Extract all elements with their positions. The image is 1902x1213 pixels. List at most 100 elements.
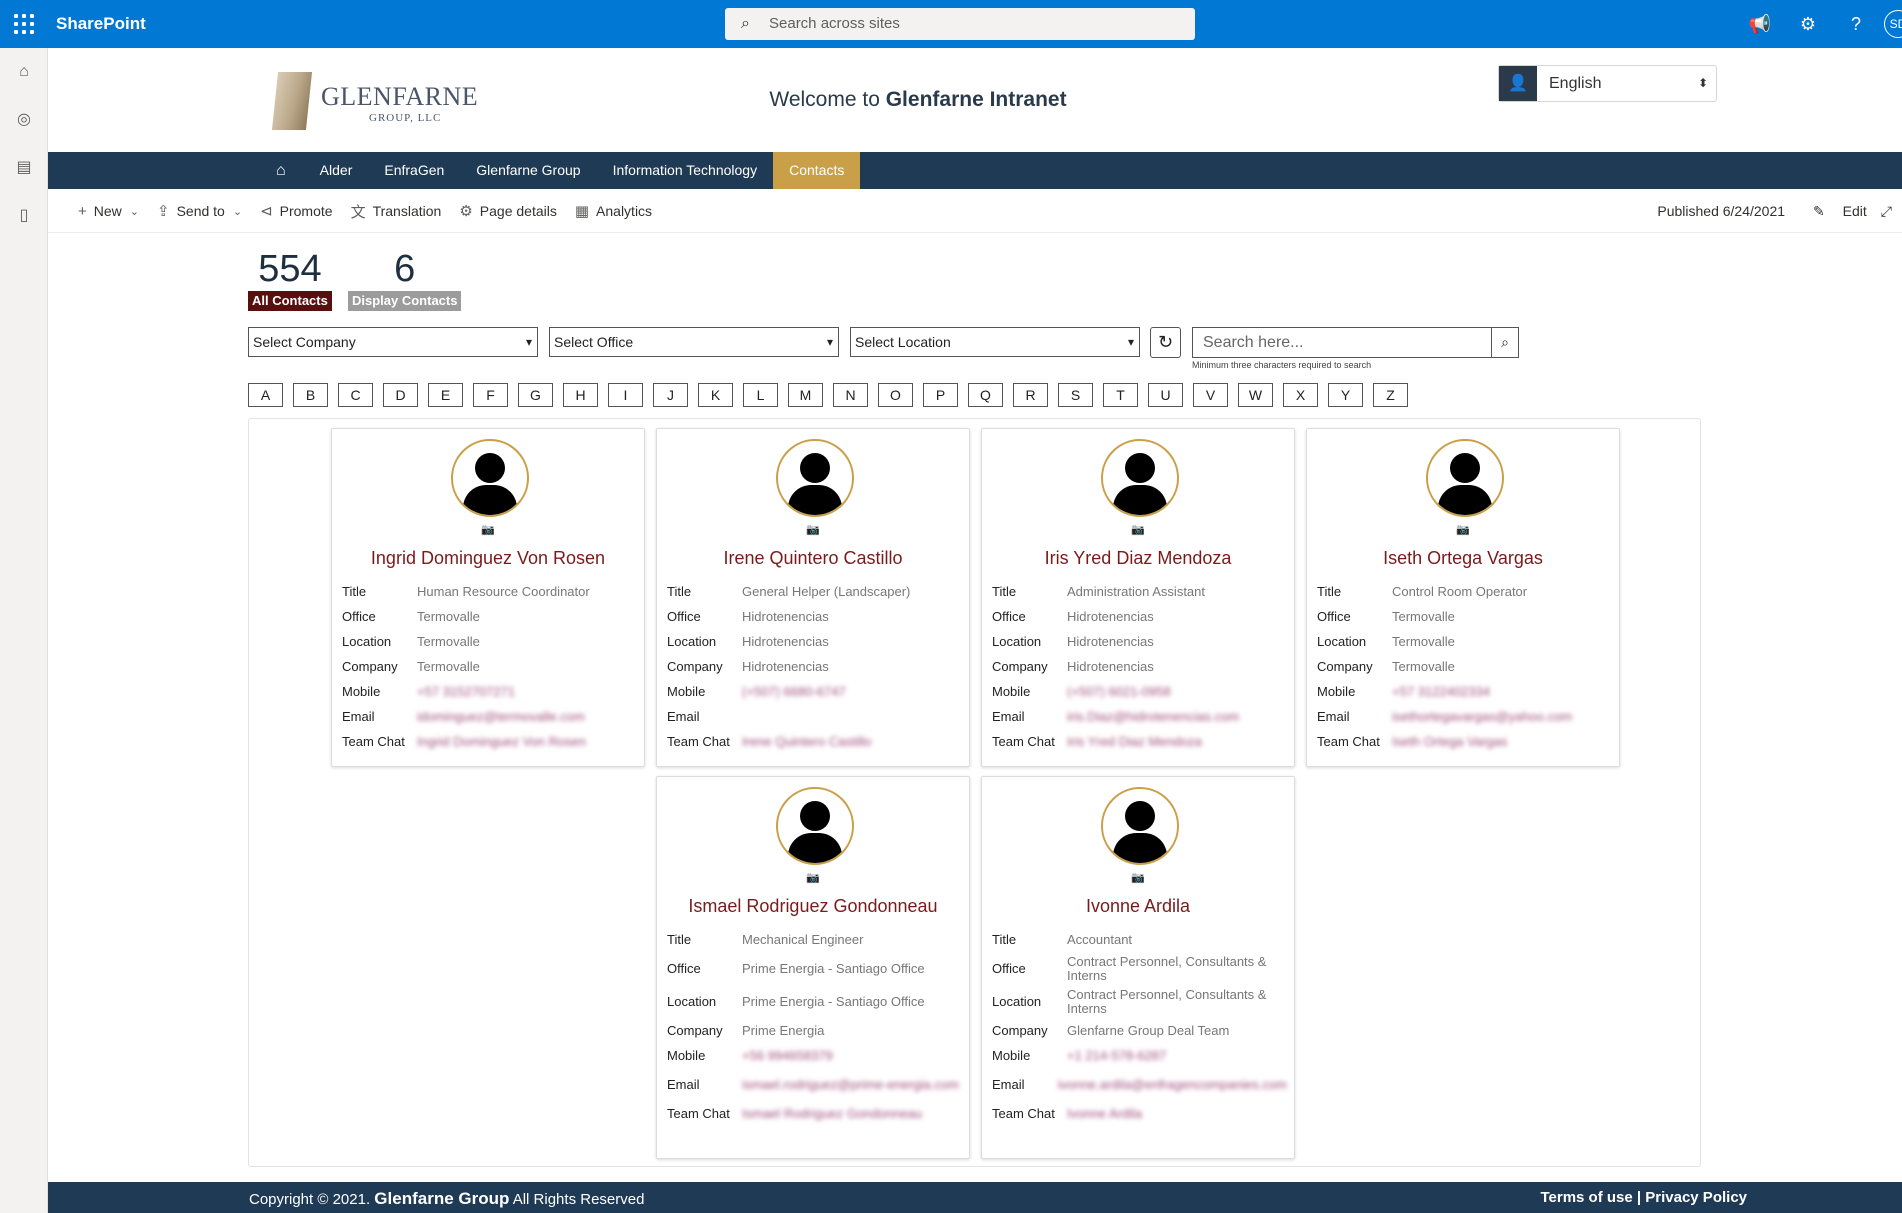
letter-filter-r[interactable]: R [1013, 383, 1048, 407]
company-select[interactable]: Select Company ▾ [248, 327, 538, 357]
refresh-button[interactable]: ↻ [1150, 327, 1181, 358]
field-value[interactable]: +56 994658379 [742, 1048, 962, 1063]
app-launcher-icon[interactable] [12, 12, 36, 36]
letter-filter-i[interactable]: I [608, 383, 643, 407]
letter-filter-n[interactable]: N [833, 383, 868, 407]
letter-filter-l[interactable]: L [743, 383, 778, 407]
letter-filter-u[interactable]: U [1148, 383, 1183, 407]
letter-filter-c[interactable]: C [338, 383, 373, 407]
field-value[interactable]: Irene Quintero Castillo [742, 734, 962, 749]
privacy-link[interactable]: Privacy Policy [1645, 1189, 1747, 1206]
letter-filter-v[interactable]: V [1193, 383, 1228, 407]
contact-name: Ivonne Ardila [1085, 896, 1191, 916]
field-value[interactable]: (+507) 6680-6747 [742, 684, 962, 699]
terms-link[interactable]: Terms of use [1540, 1189, 1632, 1206]
nav-home-icon[interactable]: ⌂ [258, 152, 304, 189]
help-icon[interactable]: ? [1832, 14, 1880, 35]
nav-item-enfragen[interactable]: EnfraGen [368, 152, 460, 189]
all-contacts-stat[interactable]: 554 All Contacts [248, 247, 332, 311]
contact-search-input[interactable]: Search here... [1192, 327, 1492, 358]
field-value[interactable]: idominguez@termovalle.com [417, 709, 637, 724]
language-select[interactable]: 👤 English ⬍ [1498, 65, 1717, 102]
user-icon: 👤 [1499, 66, 1537, 101]
letter-filter-j[interactable]: J [653, 383, 688, 407]
gear-icon[interactable]: ⚙ [1784, 14, 1832, 35]
field-value[interactable]: +57 3122402334 [1392, 684, 1612, 699]
field-value[interactable]: +1 214-578-6287 [1067, 1048, 1287, 1063]
camera-icon[interactable]: 📷 [982, 523, 1294, 536]
camera-icon[interactable]: 📷 [657, 871, 969, 884]
avatar[interactable] [451, 439, 529, 517]
field-value[interactable]: +57 3152707271 [417, 684, 637, 699]
contact-field-location: Location Hidrotenencias [667, 629, 962, 654]
sharepoint-brand[interactable]: SharePoint [56, 14, 146, 34]
camera-icon[interactable]: 📷 [982, 871, 1294, 884]
megaphone-icon[interactable]: 📢 [1736, 14, 1784, 35]
field-value[interactable]: Iseth Ortega Vargas [1392, 734, 1612, 749]
letter-filter-t[interactable]: T [1103, 383, 1138, 407]
top-navigation: ⌂ Alder EnfraGen Glenfarne Group Informa… [48, 152, 1902, 189]
home-icon[interactable]: ⌂ [0, 48, 48, 96]
glenfarne-logo[interactable]: GLENFARNE GROUP, LLC [265, 68, 478, 134]
letter-filter-o[interactable]: O [878, 383, 913, 407]
avatar[interactable] [776, 439, 854, 517]
send-to-button[interactable]: ⇪ Send to ⌄ [157, 202, 242, 220]
site-search-input[interactable]: ⌕ Search across sites [725, 8, 1195, 40]
field-value: General Helper (Landscaper) [742, 583, 911, 599]
nav-item-glenfarne-group[interactable]: Glenfarne Group [460, 152, 596, 189]
promote-button[interactable]: ⊲ Promote [260, 202, 333, 220]
nav-item-information-technology[interactable]: Information Technology [597, 152, 774, 189]
letter-filter-y[interactable]: Y [1328, 383, 1363, 407]
person-head-icon [1125, 453, 1155, 483]
field-value[interactable]: isethortegavargas@yahoo.com [1392, 709, 1612, 724]
letter-filter-p[interactable]: P [923, 383, 958, 407]
field-value[interactable]: Ivonne Ardila [1067, 1106, 1287, 1121]
contact-field-company: Company Glenfarne Group Deal Team [992, 1018, 1287, 1043]
person-body-icon [788, 485, 842, 515]
field-value[interactable]: ivonne.ardila@enfragencompanies.com [1058, 1077, 1287, 1092]
office-select[interactable]: Select Office ▾ [549, 327, 839, 357]
nav-item-contacts[interactable]: Contacts [773, 152, 861, 189]
letter-filter-q[interactable]: Q [968, 383, 1003, 407]
expand-icon[interactable]: ⤢ [1881, 203, 1892, 220]
letter-filter-z[interactable]: Z [1373, 383, 1408, 407]
field-value[interactable]: ismael.rodriguez@prime-energia.com [742, 1077, 962, 1092]
command-bar: + New ⌄ ⇪ Send to ⌄ ⊲ Promote 文 Translation ⚙ P… [48, 189, 1902, 233]
avatar[interactable] [1426, 439, 1504, 517]
camera-icon[interactable]: 📷 [332, 523, 644, 536]
letter-filter-b[interactable]: B [293, 383, 328, 407]
field-value[interactable]: Iris Yred Diaz Mendoza [1067, 734, 1287, 749]
globe-icon[interactable]: ◎ [0, 96, 48, 144]
nav-item-alder[interactable]: Alder [304, 152, 369, 189]
field-value[interactable]: (+507) 6021-0958 [1067, 684, 1287, 699]
letter-filter-f[interactable]: F [473, 383, 508, 407]
field-value[interactable]: iris.Diaz@hidrotenencias.com [1067, 709, 1287, 724]
analytics-button[interactable]: ▦ Analytics [575, 202, 652, 220]
edit-button[interactable]: ✎ Edit [1799, 203, 1867, 220]
letter-filter-h[interactable]: H [563, 383, 598, 407]
letter-filter-m[interactable]: M [788, 383, 823, 407]
search-button[interactable]: ⌕ [1491, 327, 1519, 358]
page-details-button[interactable]: ⚙ Page details [459, 202, 557, 220]
field-value[interactable]: Ismael Rodriguez Gondonneau [742, 1106, 962, 1121]
camera-icon[interactable]: 📷 [1307, 523, 1619, 536]
field-value[interactable]: Ingrid Dominguez Von Rosen [417, 734, 637, 749]
letter-filter-w[interactable]: W [1238, 383, 1273, 407]
new-button[interactable]: + New ⌄ [78, 203, 139, 220]
letter-filter-s[interactable]: S [1058, 383, 1093, 407]
translation-button[interactable]: 文 Translation [351, 201, 442, 222]
avatar[interactable]: SD [1884, 10, 1902, 38]
letter-filter-d[interactable]: D [383, 383, 418, 407]
letter-filter-g[interactable]: G [518, 383, 553, 407]
location-select[interactable]: Select Location ▾ [850, 327, 1140, 357]
page-icon[interactable]: ▯ [0, 192, 48, 240]
news-icon[interactable]: ▤ [0, 144, 48, 192]
letter-filter-e[interactable]: E [428, 383, 463, 407]
camera-icon[interactable]: 📷 [657, 523, 969, 536]
letter-filter-k[interactable]: K [698, 383, 733, 407]
letter-filter-a[interactable]: A [248, 383, 283, 407]
avatar[interactable] [1101, 439, 1179, 517]
avatar[interactable] [1101, 787, 1179, 865]
avatar[interactable] [776, 787, 854, 865]
letter-filter-x[interactable]: X [1283, 383, 1318, 407]
